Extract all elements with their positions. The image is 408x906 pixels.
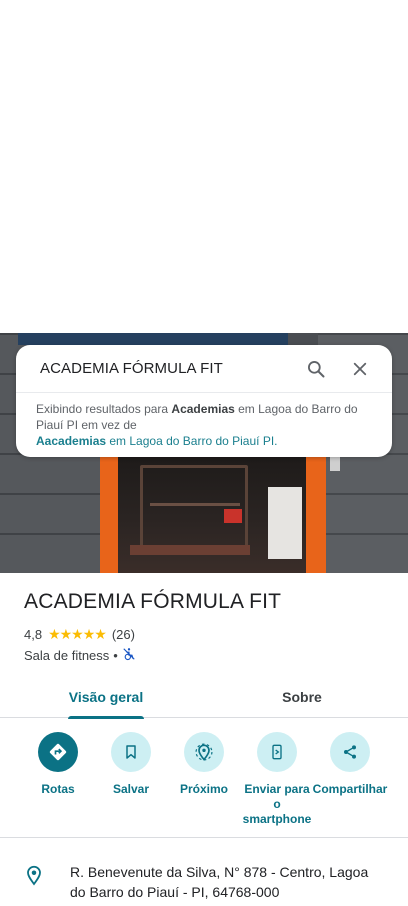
search-card: ACADEMIA FÓRMULA FIT Exibindo resultados… — [16, 345, 392, 457]
photo-bench — [130, 545, 250, 555]
nearby-label: Próximo — [179, 782, 228, 796]
rating-stars-icon: ★★★★★ — [48, 626, 107, 642]
photo-door-frame-left — [100, 451, 118, 573]
suggest-prefix: Exibindo resultados para — [36, 402, 172, 416]
map-blank-area — [0, 0, 408, 333]
place-tabs: Visão geral Sobre — [0, 676, 408, 719]
share-label: Compartilhar — [312, 782, 388, 796]
directions-label: Rotas — [41, 782, 75, 796]
photo-wall-socket — [330, 455, 340, 471]
search-bar[interactable]: ACADEMIA FÓRMULA FIT — [16, 345, 392, 393]
location-pin-icon — [0, 852, 70, 902]
send-to-phone-label: Enviar para o smartphone — [242, 782, 312, 826]
photo-gym-machine — [140, 465, 248, 549]
suggest-original-query-link[interactable]: Aacademias — [36, 434, 106, 448]
tab-overview[interactable]: Visão geral — [54, 676, 158, 719]
photo-gym-bar — [150, 503, 240, 506]
rating-value: 4,8 — [24, 627, 43, 642]
directions-icon[interactable] — [38, 732, 78, 772]
send-to-phone-button[interactable]: Enviar para o smartphone — [240, 732, 314, 827]
bookmark-icon[interactable] — [111, 732, 151, 772]
not-wheelchair-accessible-icon — [122, 647, 136, 664]
rating-row[interactable]: 4,8 ★★★★★ (26) — [24, 626, 135, 643]
review-count[interactable]: (26) — [112, 627, 135, 642]
action-bar: Rotas Salvar Próximo Enviar para o smart… — [0, 730, 408, 838]
suggest-original-query-rest[interactable]: em Lagoa do Barro do Piauí PI. — [106, 434, 277, 448]
save-button[interactable]: Salvar — [94, 732, 168, 797]
photo-top-strip — [18, 333, 288, 345]
share-icon[interactable] — [330, 732, 370, 772]
tab-active-indicator — [68, 716, 144, 719]
category-separator: • — [113, 648, 118, 663]
address-text[interactable]: R. Benevenute da Silva, N° 878 - Centro,… — [70, 852, 386, 902]
place-category: Sala de fitness — [24, 648, 110, 663]
search-icon[interactable] — [298, 351, 334, 387]
send-to-phone-icon[interactable] — [257, 732, 297, 772]
tab-about[interactable]: Sobre — [250, 676, 354, 718]
close-icon[interactable] — [342, 351, 378, 387]
category-row: Sala de fitness • — [24, 647, 136, 664]
tab-overview-label: Visão geral — [68, 689, 144, 705]
place-title: ACADEMIA FÓRMULA FIT — [24, 590, 282, 613]
tab-about-label: Sobre — [282, 689, 322, 705]
search-input[interactable]: ACADEMIA FÓRMULA FIT — [40, 360, 290, 377]
directions-button[interactable]: Rotas — [21, 732, 95, 797]
nearby-icon[interactable] — [184, 732, 224, 772]
nearby-button[interactable]: Próximo — [167, 732, 241, 797]
photo-red-sign — [224, 509, 242, 523]
address-row[interactable]: R. Benevenute da Silva, N° 878 - Centro,… — [0, 852, 408, 902]
suggest-bold: Academias — [171, 402, 235, 416]
save-label: Salvar — [112, 782, 150, 796]
photo-fridge — [268, 487, 302, 559]
share-button[interactable]: Compartilhar — [313, 732, 387, 797]
search-suggestion: Exibindo resultados para Academias em La… — [16, 393, 392, 449]
photo-door-frame-right — [306, 451, 326, 573]
